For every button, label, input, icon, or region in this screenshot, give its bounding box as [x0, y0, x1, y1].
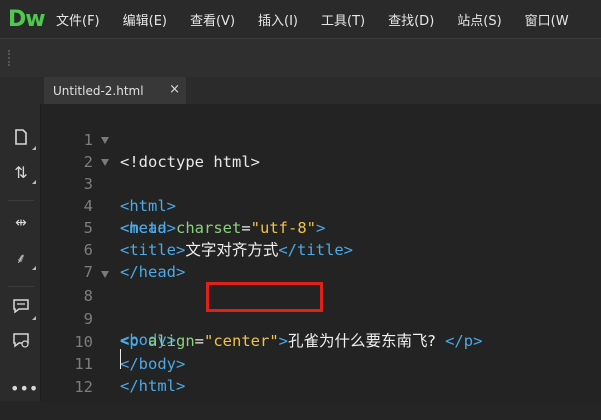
code-line: 7 — [41, 239, 601, 281]
toolbar-divider — [8, 200, 34, 201]
app-logo: Dw — [8, 6, 46, 32]
code-line: 3 <head> — [41, 151, 601, 237]
tab-title: Untitled-2.html — [53, 83, 144, 98]
menu-edit[interactable]: 编辑(E) — [123, 10, 167, 29]
text-cursor — [120, 349, 121, 369]
code-text: </html> — [120, 377, 186, 395]
coding-toolbar: ⇅ ⇹ ⸙ ••• — [0, 104, 41, 401]
more-icon[interactable]: ••• — [10, 381, 38, 406]
annotation-highlight-box — [206, 282, 323, 312]
code-line: 1 <!doctype html> — [41, 107, 601, 171]
menu-insert[interactable]: 插入(I) — [258, 10, 298, 29]
code-line: 5 <title>文字对齐方式</title> — [41, 195, 601, 259]
menu-window[interactable]: 窗口(W — [525, 10, 569, 29]
code-line: 4 <meta charset="utf-8"> — [41, 173, 601, 237]
code-line: 11 </html> — [41, 331, 601, 395]
line-number: 12 — [74, 378, 93, 396]
sync-arrows-icon[interactable]: ⇅ — [10, 162, 36, 184]
code-line: 2 <html> — [41, 129, 601, 215]
code-line: 10 </body> — [41, 309, 601, 373]
tab-untitled-2[interactable]: Untitled-2.html × — [44, 77, 186, 104]
document-tab-bar: Untitled-2.html × — [0, 77, 601, 104]
comment-delete-icon[interactable] — [10, 332, 32, 354]
menu-find[interactable]: 查找(D) — [388, 10, 434, 29]
menu-bar: Dw 文件(F) 编辑(E) 查看(V) 插入(I) 工具(T) 查找(D) 站… — [0, 0, 601, 38]
menu-tools[interactable]: 工具(T) — [321, 10, 365, 29]
menu-view[interactable]: 查看(V) — [190, 10, 235, 29]
code-line: 6 </head> — [41, 217, 601, 281]
file-icon[interactable] — [10, 128, 36, 150]
expand-icon[interactable]: ⇹ — [10, 212, 32, 234]
fold-arrow-icon[interactable] — [101, 159, 109, 166]
toolbar-grip-icon[interactable] — [8, 50, 12, 66]
toolbar — [0, 38, 601, 78]
code-editor[interactable]: 1 <!doctype html> 2 <html> 3 <head> 4 <m… — [41, 104, 601, 401]
fold-arrow-icon[interactable] — [101, 137, 109, 144]
fold-arrow-icon[interactable] — [101, 271, 109, 278]
menu-file[interactable]: 文件(F) — [56, 10, 100, 29]
wand-icon[interactable]: ⸙ — [10, 248, 36, 270]
comment-icon[interactable] — [10, 298, 36, 320]
menu-site[interactable]: 站点(S) — [457, 10, 501, 29]
close-icon[interactable]: × — [169, 82, 180, 97]
code-line: 12 — [41, 354, 601, 396]
toolbar-divider — [8, 286, 34, 287]
